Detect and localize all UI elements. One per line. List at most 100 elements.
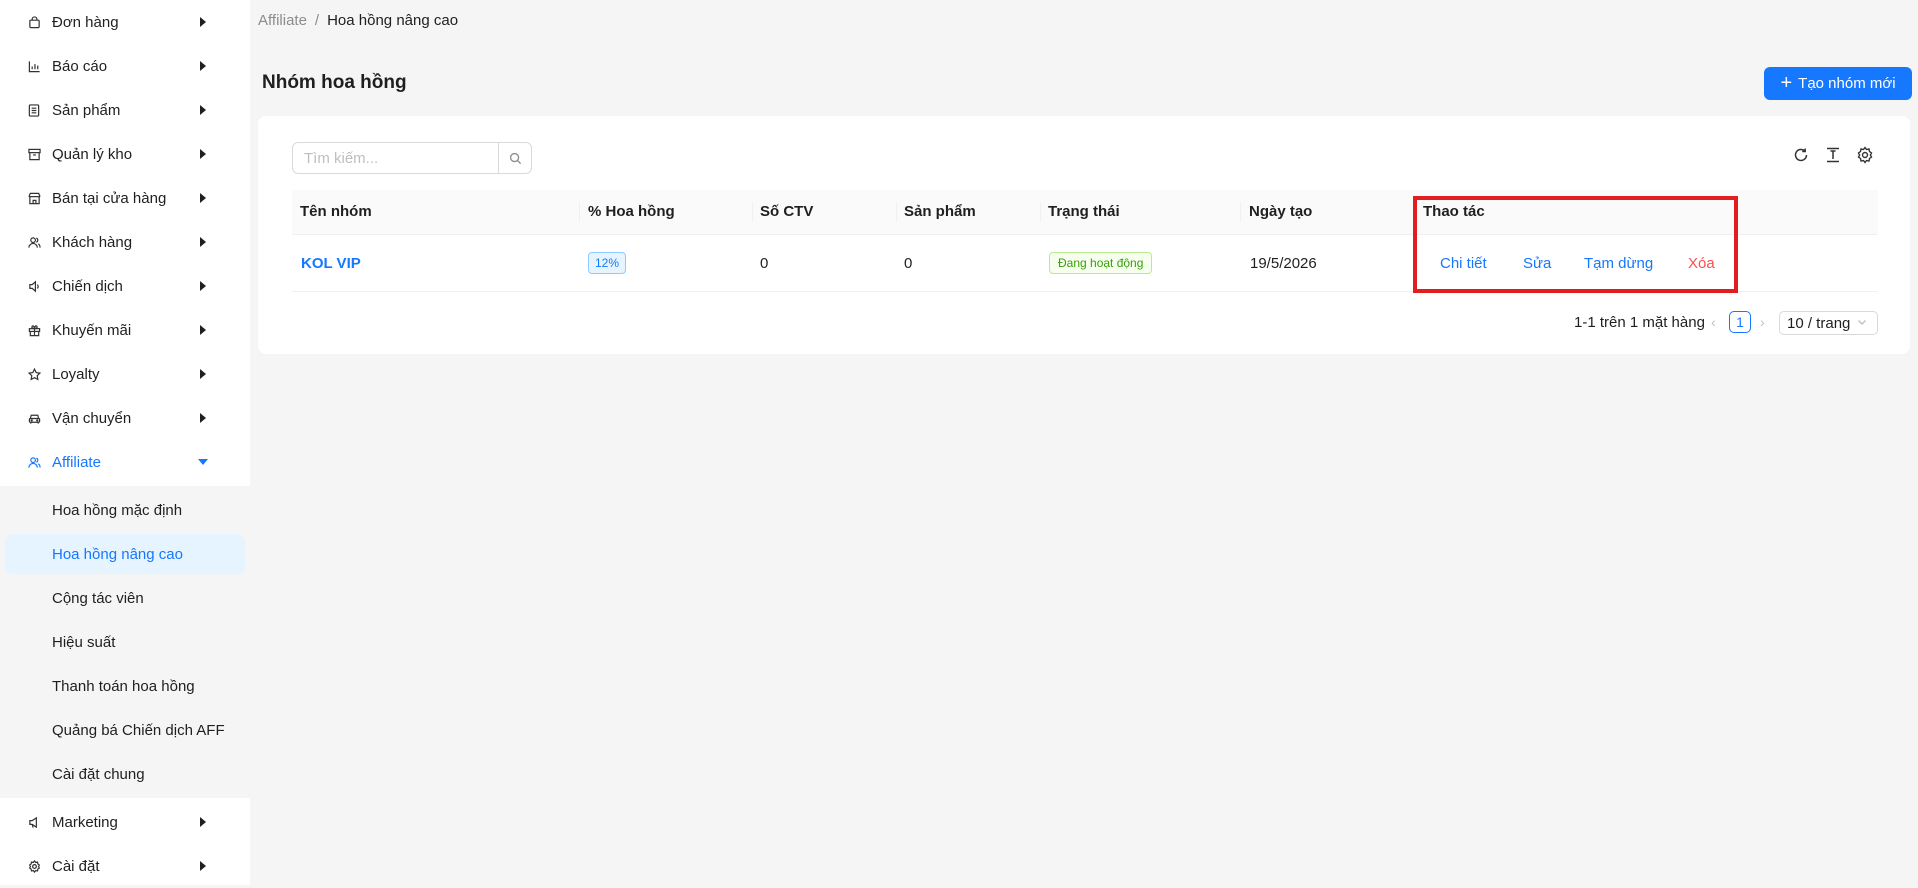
column-header-commission: % Hoa hồng	[588, 203, 675, 220]
search-icon	[509, 152, 521, 164]
column-header-products: Sản phẩm	[904, 203, 976, 220]
caret-right-icon	[200, 817, 206, 827]
gift-icon	[27, 323, 41, 337]
group-name-link[interactable]: KOL VIP	[301, 255, 361, 272]
submenu-item-default-commission[interactable]: Hoa hồng mặc định	[5, 490, 245, 530]
sidebar-item-settings[interactable]: Cài đặt	[0, 844, 250, 888]
sidebar-item-label: Loyalty	[52, 365, 100, 383]
caret-right-icon	[200, 281, 206, 291]
sidebar-item-reports[interactable]: Báo cáo	[0, 44, 250, 88]
sidebar-item-label: Chiến dịch	[52, 277, 123, 295]
sidebar-item-label: Báo cáo	[52, 57, 108, 75]
breadcrumb-affiliate-link[interactable]: Affiliate	[258, 12, 307, 29]
prev-page-icon[interactable]: ‹	[1711, 314, 1716, 330]
sidebar-item-label: Marketing	[52, 813, 118, 831]
column-header-ctv-count: Số CTV	[760, 203, 814, 220]
notification-icon	[27, 815, 41, 829]
pagination-page-1[interactable]: 1	[1729, 311, 1751, 333]
bar-chart-icon	[27, 59, 41, 73]
column-separator	[1240, 202, 1241, 222]
page-title: Nhóm hoa hồng	[262, 72, 407, 93]
table-header: Tên nhóm % Hoa hồng Số CTV Sản phẩm Trạn…	[292, 190, 1878, 235]
sidebar-item-inventory[interactable]: Quản lý kho	[0, 132, 250, 176]
shop-icon	[27, 191, 41, 205]
ctv-count-cell: 0	[760, 254, 769, 272]
reload-icon[interactable]	[1792, 146, 1810, 164]
column-height-icon[interactable]	[1824, 146, 1842, 164]
gear-icon	[27, 859, 41, 873]
status-badge: Đang hoạt động	[1049, 252, 1153, 274]
next-page-icon[interactable]: ›	[1760, 314, 1765, 330]
customers-icon	[27, 235, 41, 249]
sidebar-item-products[interactable]: Sản phẩm	[0, 88, 250, 132]
document-icon	[27, 103, 41, 117]
affiliate-submenu: Hoa hồng mặc định Hoa hồng nâng cao Cộng…	[0, 486, 250, 798]
caret-right-icon	[200, 149, 206, 159]
plus-icon: +	[1780, 71, 1793, 94]
shopping-bag-icon	[27, 15, 41, 29]
caret-right-icon	[200, 61, 206, 71]
created-date-cell: 19/5/2026	[1250, 254, 1317, 272]
sidebar-item-label: Vận chuyển	[52, 409, 132, 427]
search-button[interactable]	[498, 143, 531, 173]
table-row: KOL VIP 12% 0 0 Đang hoạt động 19/5/2026…	[292, 235, 1878, 292]
column-header-actions: Thao tác	[1423, 203, 1485, 220]
column-separator	[896, 202, 897, 222]
create-group-label: Tạo nhóm mới	[1798, 75, 1896, 92]
column-header-status: Trạng thái	[1048, 203, 1120, 220]
sidebar-item-marketing[interactable]: Marketing	[0, 800, 250, 844]
submenu-item-label: Thanh toán hoa hồng	[52, 677, 195, 695]
submenu-item-advanced-commission[interactable]: Hoa hồng nâng cao	[5, 534, 245, 574]
sidebar-item-label: Cài đặt	[52, 857, 100, 875]
submenu-item-aff-campaign-promo[interactable]: Quảng bá Chiến dịch AFF	[5, 710, 245, 750]
column-separator	[1040, 202, 1041, 222]
sidebar-item-label: Sản phẩm	[52, 101, 121, 119]
column-separator	[579, 202, 580, 222]
pause-action-link[interactable]: Tạm dừng	[1584, 255, 1653, 272]
sidebar-item-loyalty[interactable]: Loyalty	[0, 352, 250, 396]
sidebar-item-label: Affiliate	[52, 453, 101, 471]
create-group-button[interactable]: + Tạo nhóm mới	[1764, 67, 1912, 100]
column-separator	[1415, 202, 1416, 222]
detail-action-link[interactable]: Chi tiết	[1440, 255, 1487, 272]
submenu-item-collaborators[interactable]: Cộng tác viên	[5, 578, 245, 618]
sidebar-item-shipping[interactable]: Vận chuyển	[0, 396, 250, 440]
sound-icon	[27, 279, 41, 293]
caret-right-icon	[200, 105, 206, 115]
submenu-item-label: Cộng tác viên	[52, 589, 144, 607]
sidebar-item-customers[interactable]: Khách hàng	[0, 220, 250, 264]
column-header-created-date: Ngày tạo	[1249, 203, 1313, 220]
team-icon	[27, 455, 41, 469]
search-input[interactable]	[293, 143, 498, 173]
sidebar-item-promotions[interactable]: Khuyến mãi	[0, 308, 250, 352]
submenu-item-performance[interactable]: Hiệu suất	[5, 622, 245, 662]
sidebar-item-label: Đơn hàng	[52, 13, 119, 31]
caret-down-icon	[198, 459, 208, 465]
star-icon	[27, 367, 41, 381]
page-size-select[interactable]: 10 / trang	[1779, 311, 1878, 335]
chevron-down-icon	[1858, 320, 1866, 325]
submenu-item-general-settings[interactable]: Cài đặt chung	[5, 754, 245, 794]
delete-action-link[interactable]: Xóa	[1688, 255, 1715, 272]
edit-action-link[interactable]: Sửa	[1523, 255, 1551, 272]
sidebar-item-label: Quản lý kho	[52, 145, 133, 163]
sidebar-item-orders[interactable]: Đơn hàng	[0, 0, 250, 44]
submenu-item-commission-payment[interactable]: Thanh toán hoa hồng	[5, 666, 245, 706]
column-separator	[752, 202, 753, 222]
caret-right-icon	[200, 369, 206, 379]
submenu-item-label: Quảng bá Chiến dịch AFF	[52, 721, 225, 739]
setting-icon[interactable]	[1856, 146, 1874, 164]
caret-right-icon	[200, 325, 206, 335]
sidebar-item-affiliate[interactable]: Affiliate	[0, 440, 250, 484]
sidebar-item-label: Bán tại cửa hàng	[52, 189, 167, 207]
breadcrumb-current: Hoa hồng nâng cao	[327, 12, 459, 29]
submenu-item-label: Cài đặt chung	[52, 765, 145, 783]
sidebar-item-label: Khuyến mãi	[52, 321, 132, 339]
caret-right-icon	[200, 861, 206, 871]
sidebar-item-campaigns[interactable]: Chiến dịch	[0, 264, 250, 308]
caret-right-icon	[200, 17, 206, 27]
sidebar-item-pos[interactable]: Bán tại cửa hàng	[0, 176, 250, 220]
sidebar-item-label: Khách hàng	[52, 233, 133, 251]
submenu-item-label: Hiệu suất	[52, 633, 116, 651]
search-box	[292, 142, 532, 174]
